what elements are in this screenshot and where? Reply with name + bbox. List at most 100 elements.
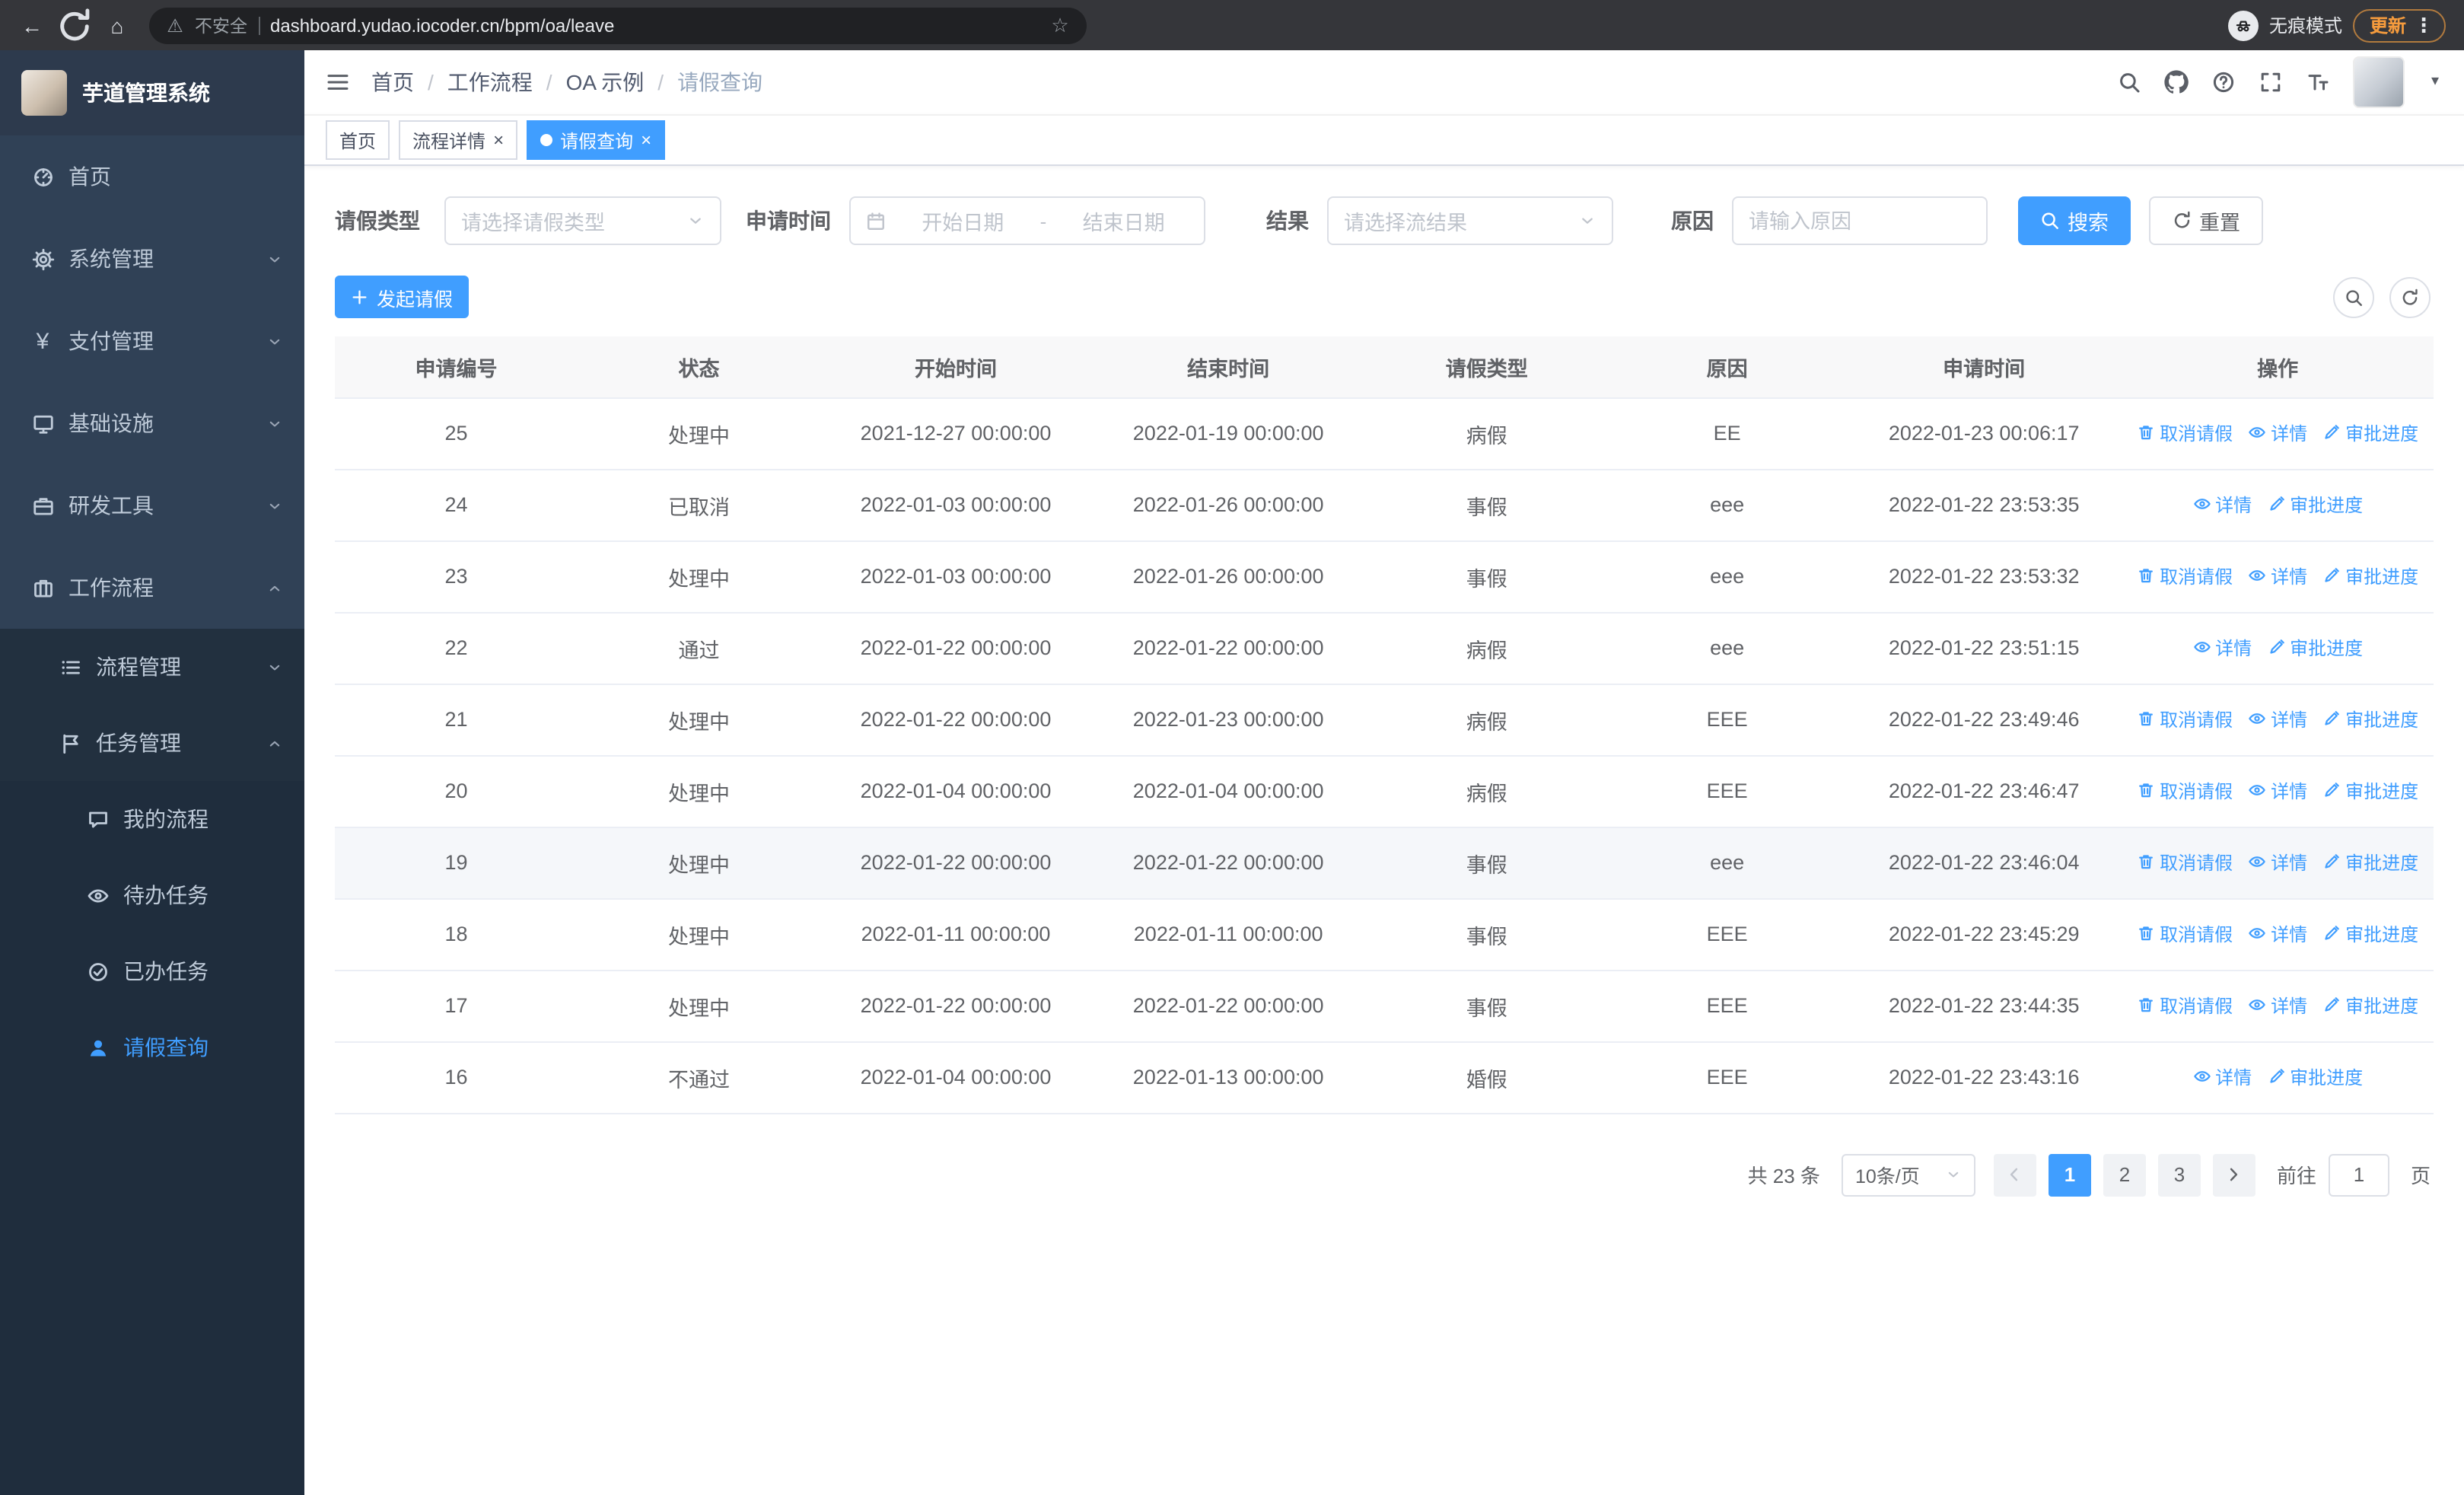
back-icon[interactable]: ←	[12, 5, 52, 45]
table-toolbar: 发起请假	[335, 276, 2434, 318]
font-size-icon[interactable]	[2306, 70, 2330, 94]
help-icon[interactable]	[2211, 70, 2236, 94]
chevron-down-icon	[266, 333, 283, 349]
toggle-search-button[interactable]	[2333, 276, 2374, 317]
cell-id: 18	[335, 898, 578, 971]
browser-right-controls: 无痕模式 更新 ⋮	[2227, 8, 2452, 42]
sidebar-item[interactable]: ¥ 支付管理	[0, 300, 304, 382]
refresh-table-button[interactable]	[2389, 276, 2431, 317]
update-button[interactable]: 更新 ⋮	[2352, 8, 2446, 42]
security-warning-label[interactable]: 不安全	[195, 13, 247, 37]
eye-icon	[2248, 853, 2266, 872]
prev-page-button[interactable]	[1993, 1153, 2036, 1196]
divider	[258, 16, 259, 34]
cancel-action-link[interactable]: 取消请假	[2137, 921, 2233, 947]
chevron-down-icon	[266, 658, 283, 675]
tab-close-icon[interactable]: ×	[493, 131, 504, 149]
cell-id: 24	[335, 469, 578, 541]
edit-icon	[2322, 925, 2341, 943]
detail-action-link[interactable]: 详情	[2248, 778, 2307, 804]
sidebar-item[interactable]: 首页	[0, 135, 304, 218]
page-button[interactable]: 3	[2157, 1153, 2201, 1196]
progress-action-link[interactable]: 审批进度	[2322, 706, 2418, 732]
detail-action-link[interactable]: 详情	[2192, 1064, 2252, 1090]
reason-input[interactable]	[1732, 196, 1988, 245]
reload-icon[interactable]	[55, 5, 94, 45]
page-button[interactable]: 2	[2103, 1153, 2146, 1196]
avatar-caret-icon[interactable]: ▾	[2427, 74, 2443, 90]
breadcrumb-item[interactable]: 工作流程	[447, 67, 533, 97]
app-logo[interactable]: 芋道管理系统	[0, 50, 304, 135]
page-tab[interactable]: 流程详情 ×	[399, 120, 518, 160]
home-icon[interactable]: ⌂	[97, 5, 137, 45]
leave-type-select[interactable]: 请选择请假类型	[444, 196, 721, 245]
sidebar-item[interactable]: 任务管理	[0, 705, 304, 781]
detail-action-link[interactable]: 详情	[2248, 993, 2307, 1018]
cancel-action-link[interactable]: 取消请假	[2137, 563, 2233, 589]
detail-action-link[interactable]: 详情	[2248, 420, 2307, 446]
cancel-action-link[interactable]: 取消请假	[2137, 993, 2233, 1018]
apply-time-range-picker[interactable]: 开始日期 - 结束日期	[849, 196, 1205, 245]
bookmark-star-icon[interactable]: ☆	[1050, 15, 1070, 35]
cancel-action-link[interactable]: 取消请假	[2137, 778, 2233, 804]
progress-action-link[interactable]: 审批进度	[2267, 1064, 2363, 1090]
fullscreen-icon[interactable]	[2259, 70, 2283, 94]
cancel-action-link[interactable]: 取消请假	[2137, 706, 2233, 732]
progress-action-link[interactable]: 审批进度	[2322, 850, 2418, 875]
cancel-action-link[interactable]: 取消请假	[2137, 420, 2233, 446]
breadcrumb-item[interactable]: OA 示例	[566, 67, 645, 97]
detail-action-link[interactable]: 详情	[2248, 706, 2307, 732]
cancel-action-link[interactable]: 取消请假	[2137, 850, 2233, 875]
create-leave-button[interactable]: 发起请假	[335, 276, 469, 318]
tab-close-icon[interactable]: ×	[641, 131, 651, 149]
column-header: 操作	[2122, 336, 2434, 398]
progress-action-link[interactable]: 审批进度	[2267, 492, 2363, 518]
reset-button[interactable]: 重置	[2148, 196, 2263, 245]
browser-menu-icon[interactable]: ⋮	[2414, 15, 2434, 35]
result-select[interactable]: 请选择流结果	[1327, 196, 1613, 245]
sidebar-item-label: 已办任务	[123, 959, 209, 983]
cell-end: 2022-01-19 00:00:00	[1091, 397, 1366, 470]
progress-action-link[interactable]: 审批进度	[2322, 778, 2418, 804]
sidebar-item[interactable]: 待办任务	[0, 857, 304, 933]
sidebar-item-label: 待办任务	[123, 883, 209, 907]
search-icon[interactable]	[2117, 70, 2141, 94]
search-button[interactable]: 搜索	[2018, 196, 2130, 245]
user-avatar[interactable]	[2353, 56, 2405, 108]
sidebar-item[interactable]: 流程管理	[0, 629, 304, 705]
address-bar[interactable]: ⚠ 不安全 dashboard.yudao.iocoder.cn/bpm/oa/…	[149, 7, 1087, 43]
detail-action-link[interactable]: 详情	[2192, 635, 2252, 661]
cell-start: 2022-01-22 00:00:00	[820, 827, 1092, 899]
sidebar-item[interactable]: 请假查询	[0, 1009, 304, 1085]
topbar: 首页 / 工作流程 / OA 示例 / 请假查询 ▾	[304, 50, 2464, 114]
progress-action-link[interactable]: 审批进度	[2322, 921, 2418, 947]
github-icon[interactable]	[2164, 70, 2189, 94]
progress-action-link[interactable]: 审批进度	[2267, 635, 2363, 661]
detail-action-link[interactable]: 详情	[2192, 492, 2252, 518]
sidebar-item[interactable]: 研发工具	[0, 464, 304, 547]
url-text[interactable]: dashboard.yudao.iocoder.cn/bpm/oa/leave	[270, 14, 614, 36]
page-tab[interactable]: 首页	[326, 120, 390, 160]
progress-action-link[interactable]: 审批进度	[2322, 563, 2418, 589]
cell-reason: eee	[1608, 612, 1847, 684]
breadcrumb-item[interactable]: 首页	[371, 67, 414, 97]
cell-actions: 详情 审批进度	[2122, 1041, 2434, 1114]
sidebar-item[interactable]: 工作流程	[0, 547, 304, 629]
sidebar-item[interactable]: 已办任务	[0, 933, 304, 1009]
goto-page-input[interactable]	[2328, 1153, 2389, 1196]
detail-action-link[interactable]: 详情	[2248, 850, 2307, 875]
page-tab[interactable]: 请假查询 ×	[527, 120, 666, 160]
sidebar-nav: 首页 系统管理 ¥ 支付管理 基础设施 研发工具 工作流程 流程管理 任务管理 我的流程待办任务已…	[0, 135, 304, 1495]
start-date-placeholder: 开始日期	[922, 212, 1004, 234]
detail-action-link[interactable]: 详情	[2248, 563, 2307, 589]
detail-action-link[interactable]: 详情	[2248, 921, 2307, 947]
next-page-button[interactable]	[2212, 1153, 2255, 1196]
sidebar-item[interactable]: 我的流程	[0, 781, 304, 857]
progress-action-link[interactable]: 审批进度	[2322, 420, 2418, 446]
sidebar-item[interactable]: 基础设施	[0, 382, 304, 464]
page-button[interactable]: 1	[2048, 1153, 2091, 1196]
sidebar-collapse-icon[interactable]	[326, 70, 350, 94]
sidebar-item[interactable]: 系统管理	[0, 218, 304, 300]
page-size-select[interactable]: 10条/页	[1841, 1153, 1975, 1196]
progress-action-link[interactable]: 审批进度	[2322, 993, 2418, 1018]
